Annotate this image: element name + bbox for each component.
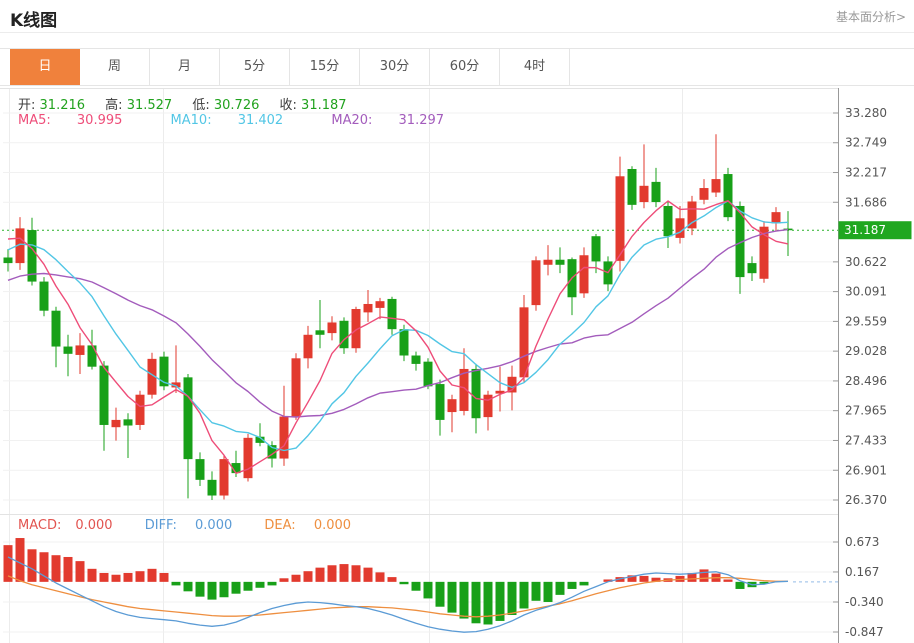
close-label: 收: (280, 98, 297, 113)
high-label: 高: (105, 98, 122, 113)
dea-value: DEA: 0.000 (264, 518, 365, 533)
tab-4hour[interactable]: 4时 (500, 49, 570, 85)
close-value: 31.187 (301, 98, 347, 113)
svg-text:30.622: 30.622 (845, 255, 887, 269)
fundamental-analysis-link[interactable]: 基本面分析> (836, 8, 906, 25)
tab-15min[interactable]: 15分 (290, 49, 360, 85)
open-label: 开: (18, 98, 35, 113)
tab-month[interactable]: 月 (150, 49, 220, 85)
ohlc-readout: 开: 31.216 高: 31.527 低: 30.726 收: 31.187 (18, 94, 363, 113)
svg-text:-0.340: -0.340 (845, 595, 884, 609)
svg-text:0.673: 0.673 (845, 535, 879, 549)
tab-5min[interactable]: 5分 (220, 49, 290, 85)
low-value: 30.726 (214, 98, 260, 113)
ma-readout: MA5: 30.995 MA10: 31.402 MA20: 31.297 (18, 113, 488, 128)
ma20-readout: MA20: 31.297 (331, 113, 466, 128)
macd-value: MACD:0.000 (18, 518, 127, 533)
svg-text:28.496: 28.496 (845, 374, 887, 388)
svg-text:29.559: 29.559 (845, 314, 887, 328)
svg-text:32.749: 32.749 (845, 136, 887, 150)
period-tabbar: 日 周 月 5分 15分 30分 60分 4时 (0, 48, 914, 86)
tab-30min[interactable]: 30分 (360, 49, 430, 85)
kline-page: { "header": { "title": "K线图", "link": "基… (0, 0, 914, 643)
tab-day[interactable]: 日 (10, 49, 80, 85)
macd-readout: MACD:0.000 DIFF: 0.000 DEA: 0.000 (18, 518, 379, 533)
tab-week[interactable]: 周 (80, 49, 150, 85)
svg-text:27.433: 27.433 (845, 433, 887, 447)
svg-text:26.901: 26.901 (845, 463, 887, 477)
ma-lines-layer (8, 201, 788, 474)
svg-text:33.280: 33.280 (845, 106, 887, 120)
page-title: K线图 (10, 6, 57, 31)
current-price-badge: 31.187 (839, 221, 912, 239)
svg-text:27.965: 27.965 (845, 404, 887, 418)
price-axis: 33.280 32.749 32.217 31.686 30.622 30.091 29.5… (833, 88, 887, 643)
svg-text:0.167: 0.167 (845, 565, 879, 579)
svg-text:-0.847: -0.847 (845, 625, 884, 639)
svg-text:32.217: 32.217 (845, 166, 887, 180)
high-value: 31.527 (127, 98, 173, 113)
candles-layer (4, 134, 793, 500)
svg-text:30.091: 30.091 (845, 285, 887, 299)
svg-text:31.187: 31.187 (844, 223, 886, 237)
diff-value: DIFF: 0.000 (145, 518, 247, 533)
svg-text:31.686: 31.686 (845, 195, 887, 209)
tab-60min[interactable]: 60分 (430, 49, 500, 85)
ma5-readout: MA5: 30.995 (18, 113, 144, 128)
ma10-readout: MA10: 31.402 (171, 113, 306, 128)
open-value: 31.216 (40, 98, 86, 113)
svg-text:29.028: 29.028 (845, 344, 887, 358)
svg-text:26.370: 26.370 (845, 493, 887, 507)
page-header: K线图 基本面分析> (0, 0, 914, 33)
low-label: 低: (192, 98, 209, 113)
grid-layer (0, 88, 838, 643)
macd-lines-layer (8, 557, 838, 632)
